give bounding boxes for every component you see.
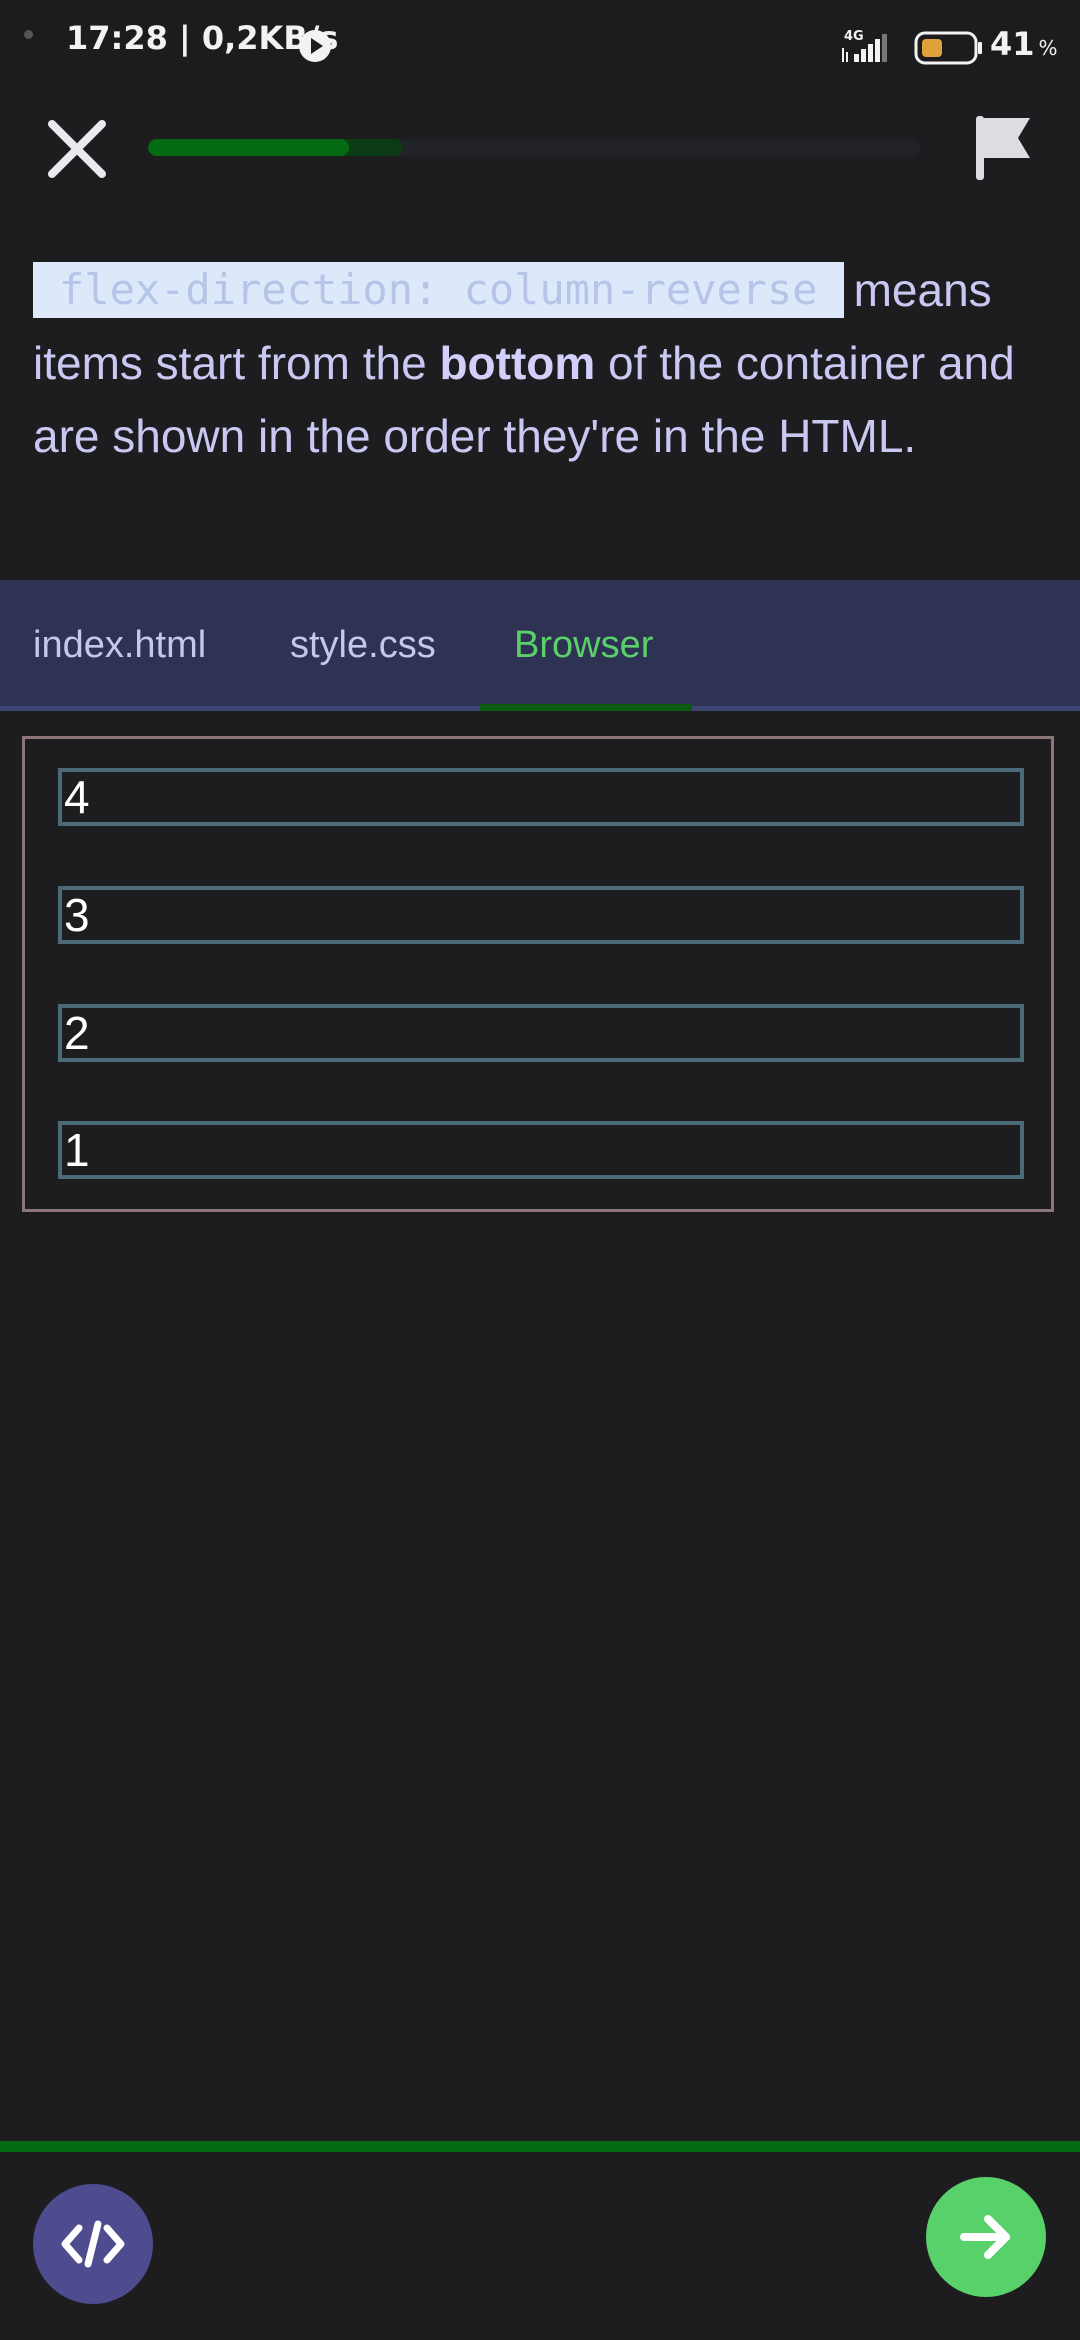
battery-value: 41 [990, 25, 1035, 63]
lesson-explanation: flex-direction: column-reverse means item… [33, 254, 1043, 473]
close-icon[interactable] [46, 118, 108, 180]
arrow-right-icon [960, 2215, 1010, 2259]
browser-preview: 4 3 2 1 [22, 736, 1054, 1212]
code-toggle-button[interactable] [33, 2184, 153, 2304]
signal-icon: 4G [842, 29, 887, 62]
lesson-screen: 17:28 | 0,2KB/s 4G 41% flex-direction: c… [0, 0, 1080, 2340]
next-button[interactable] [926, 2177, 1046, 2297]
file-tabs: index.html style.css Browser [0, 580, 1080, 711]
flex-item: 4 [58, 768, 1024, 826]
inline-code: flex-direction: column-reverse [33, 262, 844, 318]
flag-icon[interactable] [972, 112, 1034, 182]
bottom-divider [0, 2141, 1080, 2152]
battery-percentage: 41% [990, 28, 1058, 60]
status-time: 17:28 [66, 19, 168, 57]
tab-browser[interactable]: Browser [514, 626, 653, 664]
explanation-bold: bottom [439, 337, 596, 389]
play-icon [299, 30, 331, 62]
flex-item: 1 [58, 1121, 1024, 1179]
active-tab-indicator [480, 704, 692, 711]
code-icon [61, 2220, 125, 2268]
notification-dot [24, 30, 33, 39]
progress-bar-fill [148, 139, 349, 156]
battery-icon [914, 31, 982, 65]
flex-item: 2 [58, 1004, 1024, 1062]
battery-unit: % [1038, 36, 1058, 60]
tab-index-html[interactable]: index.html [33, 626, 206, 664]
tab-style-css[interactable]: style.css [290, 626, 436, 664]
status-separator: | [179, 19, 202, 57]
flex-item: 3 [58, 886, 1024, 944]
lower-panel [0, 1590, 1080, 2140]
network-type-label: 4G [844, 29, 864, 44]
status-bar: 17:28 | 0,2KB/s 4G 41% [0, 0, 1080, 76]
lesson-progress-bar [148, 139, 920, 156]
